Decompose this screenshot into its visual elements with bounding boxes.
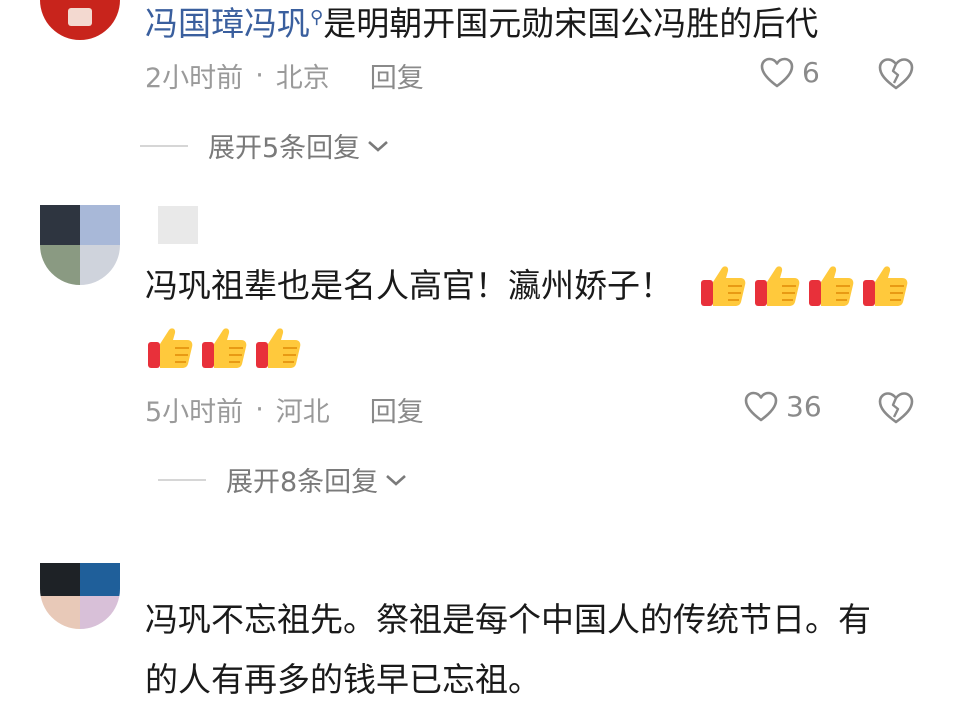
comment-1-body: 是明朝开国元勋宋国公冯胜的后代 (323, 4, 819, 43)
avatar-mosaic (40, 563, 120, 629)
mention-search-icon: ⚲ (310, 7, 324, 28)
emoji-row-2 (145, 322, 307, 372)
avatar-comment-2[interactable] (40, 205, 120, 285)
thumbs-up-emoji (701, 266, 746, 306)
avatar-comment-3[interactable] (40, 563, 120, 629)
comment-3-line-1: 冯巩不忘祖先。祭祖是每个中国人的传统节日。有 (145, 592, 871, 648)
thumbs-up-emoji (863, 266, 908, 306)
comment-1-meta: 2小时前 · 北京 回复 (145, 56, 424, 95)
expand-replies-2[interactable]: 展开8条回复 (158, 460, 408, 499)
comment-1-text: 冯国璋冯巩⚲是明朝开国元勋宋国公冯胜的后代 (145, 0, 818, 52)
comment-2-time: 5小时前 (145, 397, 244, 428)
thumbs-up-emoji (202, 328, 247, 368)
comment-3-line-2: 的人有再多的钱早已忘祖。 (145, 652, 541, 708)
thumbs-up-emoji (256, 328, 301, 368)
avatar-emblem (68, 8, 92, 26)
heart-outline-icon (744, 391, 778, 421)
expand-replies-1[interactable]: 展开5条回复 (140, 126, 390, 165)
chevron-down-icon (386, 474, 407, 486)
avatar-mosaic (40, 205, 120, 285)
heart-outline-icon (760, 57, 794, 87)
comment-2-body: 冯巩祖辈也是名人高官！瀛州娇子！ (145, 266, 673, 305)
mention-link[interactable]: 冯国璋冯巩 (145, 4, 310, 43)
expand-label: 展开5条回复 (208, 133, 361, 164)
broken-heart-icon (878, 58, 914, 90)
comment-2-location: 河北 (275, 397, 330, 428)
dislike-button[interactable] (878, 391, 914, 429)
thumbs-up-emoji (148, 328, 193, 368)
dislike-button[interactable] (878, 57, 914, 95)
emoji-row-1 (698, 260, 914, 310)
reply-button[interactable]: 回复 (370, 56, 424, 95)
comment-1-time: 2小时前 (145, 63, 244, 94)
like-count: 6 (802, 56, 820, 89)
reply-button[interactable]: 回复 (370, 390, 424, 429)
chevron-down-icon (368, 140, 389, 152)
comment-1-location: 北京 (275, 63, 330, 94)
like-button[interactable]: 36 (744, 390, 822, 423)
comment-3-body-1: 冯巩不忘祖先。祭祖是每个中国人的传统节日。有 (145, 600, 871, 639)
like-button[interactable]: 6 (760, 56, 820, 89)
thumbs-up-emoji (755, 266, 800, 306)
comment-2-meta: 5小时前 · 河北 回复 (145, 390, 424, 429)
divider-line (158, 478, 206, 481)
broken-heart-icon (878, 392, 914, 424)
thumbs-up-emoji (809, 266, 854, 306)
meta-separator: · (255, 394, 264, 425)
like-count: 36 (786, 390, 822, 423)
meta-separator: · (255, 60, 264, 91)
expand-label: 展开8条回复 (226, 467, 379, 498)
divider-line (140, 144, 188, 147)
username-placeholder[interactable] (158, 206, 198, 244)
comment-2-text: 冯巩祖辈也是名人高官！瀛州娇子！ (145, 258, 673, 314)
avatar-comment-1[interactable] (40, 0, 120, 40)
comment-3-body-2: 的人有再多的钱早已忘祖。 (145, 660, 541, 699)
